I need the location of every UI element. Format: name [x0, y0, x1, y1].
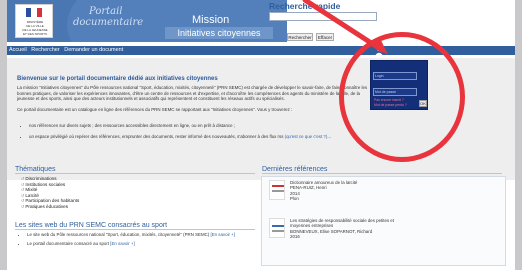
- welcome-text: La mission "Initiatives citoyennes" du P…: [17, 85, 372, 112]
- welcome-paragraph-1: La mission "Initiatives citoyennes" du P…: [17, 85, 368, 102]
- rss-help-link[interactable]: (qu'est ce que c'est ?): [285, 134, 328, 139]
- search-input[interactable]: [269, 12, 377, 21]
- mission-subtitle: Initiatives citoyennes: [165, 27, 273, 39]
- portal-title: Portail documentaire: [73, 6, 144, 28]
- highlight-circle: [339, 32, 465, 162]
- ministry-logo[interactable]: MINISTÈRE DE LA VILLE DE LA JEUNESSE ET …: [15, 4, 53, 38]
- list-item: Le portail documentaire consacré au spor…: [27, 241, 247, 246]
- list-item: un espace privilégié où repérer des réfé…: [29, 134, 374, 140]
- book-cover[interactable]: [269, 180, 285, 200]
- logo-text: MINISTÈRE DE LA VILLE DE LA JEUNESSE ET …: [22, 20, 48, 36]
- theme-item-participation[interactable]: Participation des habitants: [21, 198, 79, 204]
- theme-item-pratiques[interactable]: Pratiques éducatives: [21, 204, 79, 210]
- clear-button[interactable]: Effacer: [316, 33, 334, 41]
- mission-title: Mission: [192, 14, 230, 26]
- themes-list: Discriminations Institutions sociales Mi…: [21, 176, 79, 209]
- references-title: Dernières références: [262, 166, 502, 174]
- search-title: Recherche rapide: [269, 1, 341, 11]
- themes-title: Thématiques: [15, 166, 255, 174]
- reference-item[interactable]: Dictionnaire amoureux de la laïcité PENA…: [290, 180, 357, 202]
- welcome-title: Bienvenue sur le portail documentaire dé…: [17, 76, 218, 82]
- search-button[interactable]: Rechercher: [287, 33, 313, 41]
- nav-item-accueil[interactable]: Accueil: [9, 47, 27, 53]
- site-link-prn[interactable]: [En savoir +]: [210, 232, 235, 237]
- feature-list: nos références sur divers sujets ; des r…: [29, 123, 374, 144]
- nav-item-demander[interactable]: Demander un document: [64, 47, 123, 53]
- sites-list: Le site web du Pôle ressources national …: [17, 232, 247, 251]
- flag-icon: [26, 8, 42, 17]
- list-item: nos références sur divers sujets ; des r…: [29, 123, 374, 129]
- site-link-portal[interactable]: [En savoir +]: [110, 241, 135, 246]
- reference-item[interactable]: Les stratégies de responsabilité sociale…: [290, 218, 394, 240]
- list-item: Le site web du Pôle ressources national …: [27, 232, 247, 237]
- book-cover[interactable]: [269, 218, 285, 238]
- sites-title: Les sites web du PRN SEMC consacrés au s…: [15, 222, 255, 230]
- welcome-paragraph-2: Ce portail documentaire est un catalogue…: [17, 106, 293, 112]
- nav-item-rechercher[interactable]: Rechercher: [31, 47, 59, 53]
